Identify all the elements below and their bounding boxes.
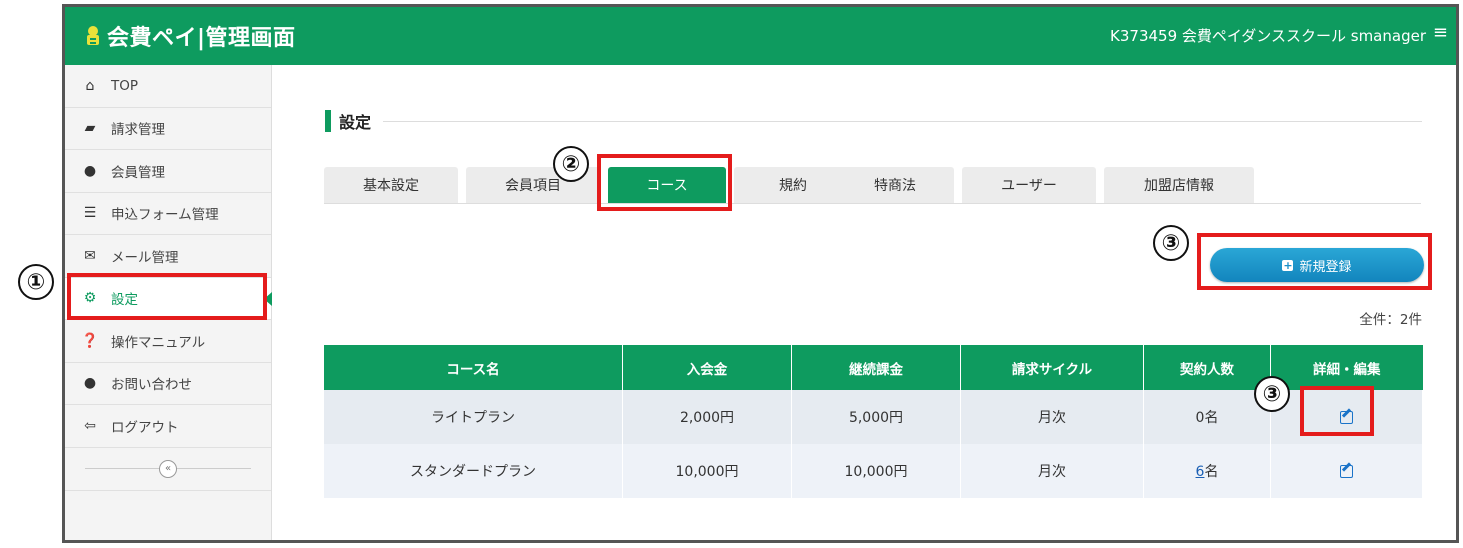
new-registration-label: 新規登録 <box>1299 259 1352 275</box>
step-3-marker: ③ <box>1153 225 1189 261</box>
table-row: スタンダードプラン 10,000円 10,000円 月次 6名 <box>324 444 1423 498</box>
member-count-unit: 名 <box>1204 464 1219 480</box>
member-count: 0名 <box>1143 390 1271 444</box>
step-3-marker-edit: ③ <box>1254 376 1290 412</box>
question-icon: ❓ <box>81 332 99 349</box>
page-title: 設定 <box>339 113 372 132</box>
sidebar-item-top[interactable]: ⌂ TOP <box>65 65 271 108</box>
sidebar-item-label: 操作マニュアル <box>111 334 206 351</box>
billing-cycle: 月次 <box>960 444 1144 498</box>
edit-icon[interactable] <box>1340 464 1353 478</box>
member-count-value: 0名 <box>1195 410 1219 426</box>
column-header: 入会金 <box>622 345 792 390</box>
section-header: 設定 <box>325 109 1422 133</box>
sidebar-item-label: お問い合わせ <box>111 377 192 394</box>
tab-users[interactable]: ユーザー <box>962 167 1096 203</box>
sidebar-item-label: TOP <box>111 77 139 94</box>
user-icon: ● <box>83 162 97 179</box>
course-table: コース名 入会金 継続課金 請求サイクル 契約人数 詳細・編集 ライトプラン 2… <box>324 345 1423 498</box>
tab-commerce-law[interactable]: 特商法 <box>836 167 954 203</box>
app-title: 会費ペイ|管理画面 <box>107 26 296 51</box>
main-content: 設定 基本設定 会員項目 コース 規約 特商法 ユーザー 加盟店情報 + 新規登… <box>272 65 1456 540</box>
step-2-marker: ② <box>553 146 589 182</box>
sidebar-item-mail[interactable]: ✉ メール管理 <box>65 235 271 278</box>
sidebar-collapse-row: « <box>65 448 271 491</box>
app-header: 会費ペイ|管理画面 K373459 会費ペイダンススクール smanager ≡ <box>65 7 1456 65</box>
column-header: コース名 <box>324 345 623 390</box>
tab-course[interactable]: コース <box>608 167 726 203</box>
edit-cell <box>1270 390 1423 444</box>
logo-mascot-icon <box>87 26 99 45</box>
section-accent-bar <box>325 110 331 132</box>
sidebar-item-manual[interactable]: ❓ 操作マニュアル <box>65 320 271 363</box>
divider <box>383 120 1422 122</box>
collapse-sidebar-button[interactable]: « <box>159 459 177 478</box>
sidebar-item-forms[interactable]: ☰ 申込フォーム管理 <box>65 193 271 235</box>
column-header: 継続課金 <box>791 345 961 390</box>
logout-icon: ⇦ <box>84 417 96 434</box>
settings-tabs: 基本設定 会員項目 コース 規約 特商法 ユーザー 加盟店情報 <box>324 167 1421 204</box>
envelope-icon: ✉ <box>84 247 96 264</box>
step-1-marker: ① <box>18 264 54 300</box>
app-logo[interactable]: 会費ペイ|管理画面 <box>83 20 296 52</box>
sidebar: ⌂ TOP ▰ 請求管理 ● 会員管理 ☰ 申込フォーム管理 ✉ メール管理 ⚙… <box>65 65 272 540</box>
course-name: スタンダードプラン <box>324 444 623 498</box>
recurring-fee: 10,000円 <box>791 444 961 498</box>
edit-cell <box>1270 444 1423 498</box>
sidebar-item-label: 設定 <box>111 292 138 309</box>
sidebar-item-logout[interactable]: ⇦ ログアウト <box>65 405 271 448</box>
tab-merchant-info[interactable]: 加盟店情報 <box>1104 167 1254 203</box>
active-indicator <box>264 291 272 306</box>
sidebar-item-label: 会員管理 <box>111 164 165 181</box>
billing-cycle: 月次 <box>960 390 1144 444</box>
book-icon: ▰ <box>84 120 96 137</box>
join-fee: 2,000円 <box>622 390 792 444</box>
sidebar-item-settings[interactable]: ⚙ 設定 <box>65 277 272 320</box>
tab-basic-settings[interactable]: 基本設定 <box>324 167 458 203</box>
new-registration-button[interactable]: + 新規登録 <box>1210 248 1424 282</box>
sidebar-item-contact[interactable]: ● お問い合わせ <box>65 363 271 405</box>
sidebar-item-billing[interactable]: ▰ 請求管理 <box>65 108 271 150</box>
sidebar-item-label: 請求管理 <box>111 122 165 139</box>
join-fee: 10,000円 <box>622 444 792 498</box>
tab-terms[interactable]: 規約 <box>734 167 852 203</box>
member-count: 6名 <box>1143 444 1271 498</box>
sidebar-item-members[interactable]: ● 会員管理 <box>65 150 271 193</box>
edit-icon[interactable] <box>1340 410 1353 424</box>
hamburger-menu-icon[interactable]: ≡ <box>1433 22 1448 43</box>
gears-icon: ⚙ <box>83 290 97 307</box>
home-icon: ⌂ <box>85 77 95 94</box>
course-name: ライトプラン <box>324 390 623 444</box>
plus-icon: + <box>1282 258 1294 272</box>
column-header: 請求サイクル <box>960 345 1144 390</box>
sidebar-item-label: 申込フォーム管理 <box>111 207 219 224</box>
user-info[interactable]: K373459 会費ペイダンススクール smanager <box>1110 25 1426 46</box>
total-count: 全件：2件 <box>1359 312 1422 328</box>
chat-icon: ● <box>83 375 97 392</box>
column-header: 契約人数 <box>1143 345 1271 390</box>
sidebar-item-label: ログアウト <box>111 419 179 436</box>
app-frame: 会費ペイ|管理画面 K373459 会費ペイダンススクール smanager ≡… <box>62 4 1459 543</box>
sidebar-item-label: メール管理 <box>111 249 179 266</box>
recurring-fee: 5,000円 <box>791 390 961 444</box>
column-header: 詳細・編集 <box>1270 345 1423 390</box>
list-icon: ☰ <box>83 205 97 222</box>
